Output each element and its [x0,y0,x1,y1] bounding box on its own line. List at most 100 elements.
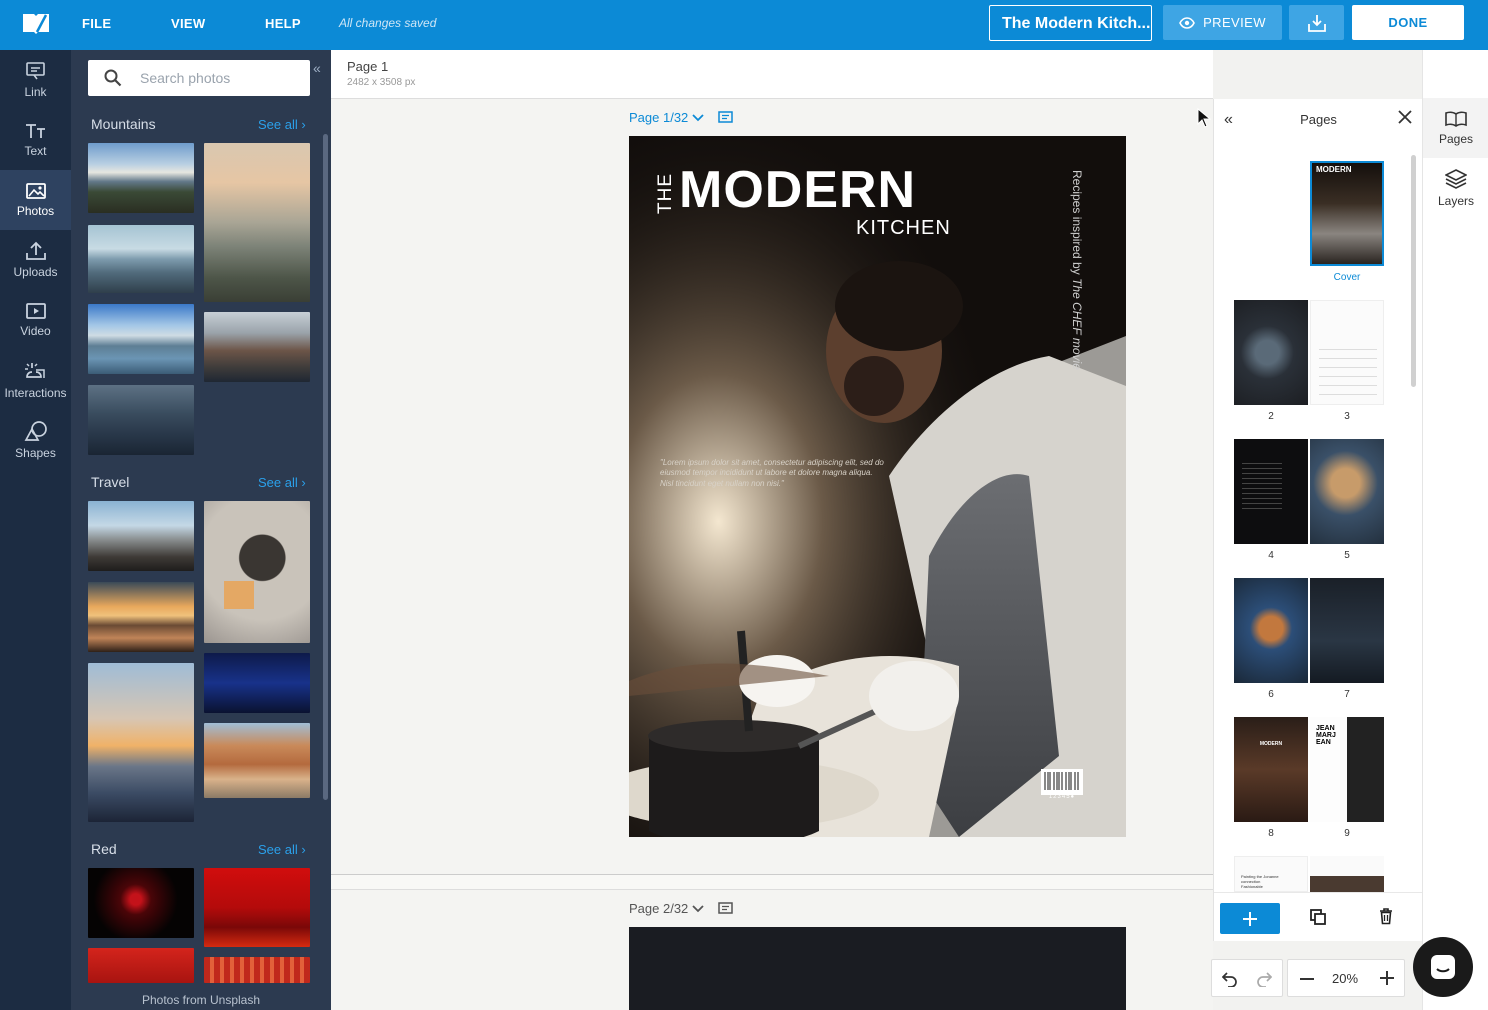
page-number: 9 [1344,828,1350,839]
chat-launcher-button[interactable] [1413,937,1473,997]
interactions-icon [24,360,48,382]
tool-label: Video [20,324,51,338]
page-thumb-10[interactable]: Painting the Jonanne connection Fashiona… [1234,856,1308,892]
page-number: 3 [1344,411,1350,422]
close-icon[interactable] [1397,109,1413,125]
photo-thumb[interactable] [88,225,194,293]
page-thumb-6[interactable] [1234,578,1308,683]
photo-thumb[interactable] [88,663,194,822]
tool-label: Photos [16,204,55,218]
photo-thumb[interactable] [204,312,310,382]
zoom-out-icon[interactable] [1300,978,1314,980]
page-thumb-11[interactable] [1310,856,1384,892]
panel-scrollbar[interactable] [323,134,328,800]
cover-title-the[interactable]: THE [655,173,677,214]
tool-interactions[interactable]: Interactions [0,350,71,410]
plus-icon [1242,911,1258,927]
rail-pages[interactable]: Pages [1423,98,1488,158]
see-all-red-link[interactable]: See all › [258,842,306,857]
photo-thumb[interactable] [88,868,194,938]
undo-icon[interactable] [1222,971,1238,987]
cover-lorem-quote[interactable]: "Lorem ipsum dolor sit amet, consectetur… [660,458,885,489]
download-button[interactable] [1289,5,1344,40]
mouse-cursor-icon [1197,108,1211,128]
tool-uploads[interactable]: Uploads [0,230,71,290]
zoom-level[interactable]: 20% [1332,971,1358,986]
tool-label: Interactions [4,386,67,400]
tool-video[interactable]: Video [0,290,71,350]
page-number: 5 [1344,550,1350,561]
preview-label: PREVIEW [1203,15,1266,30]
trash-icon[interactable] [1379,908,1393,925]
collapse-panel-icon[interactable]: « [313,60,321,76]
photo-thumb[interactable] [204,957,310,983]
photo-thumb[interactable] [88,304,194,374]
page-size: 2482 x 3508 px [347,77,416,88]
zoom-controls: 20% [1287,959,1405,997]
page-thumb-7[interactable] [1310,578,1384,683]
page-thumb-8[interactable]: MODERN [1234,717,1308,822]
menu-view[interactable]: VIEW [171,16,205,31]
page-thumb-2[interactable] [1234,300,1308,405]
photo-thumb[interactable] [88,582,194,652]
editor-canvas[interactable]: Page 1/32 THE MODERN KITCHEN Recipes ins… [331,99,1213,1010]
section-title-mountains: Mountains [91,116,156,132]
page-thumb-5[interactable] [1310,439,1384,544]
tool-text[interactable]: Text [0,110,71,170]
add-page-button[interactable] [1220,903,1280,934]
page-2-selector[interactable]: Page 2/32 [629,901,734,916]
see-all-mountains-link[interactable]: See all › [258,117,306,132]
photo-thumb[interactable] [204,868,310,947]
chevron-down-icon [692,113,704,122]
rail-label: Layers [1437,193,1475,208]
tool-label: Uploads [13,265,58,279]
photo-thumb[interactable] [88,501,194,571]
page-thumb-9[interactable]: JEAN MARJ EAN [1310,717,1384,822]
redo-icon[interactable] [1256,971,1272,987]
app-logo-icon[interactable] [22,12,50,34]
top-bar: FILE VIEW HELP All changes saved The Mod… [0,0,1488,50]
preview-button[interactable]: PREVIEW [1163,5,1282,40]
page-1-cover[interactable]: THE MODERN KITCHEN Recipes inspired by T… [629,136,1126,837]
photo-thumb[interactable] [204,501,310,643]
cover-title-modern[interactable]: MODERN [679,160,916,220]
page-1-selector[interactable]: Page 1/32 [629,110,734,125]
eye-icon [1179,16,1196,29]
cover-title-kitchen[interactable]: KITCHEN [856,217,951,240]
photo-thumb[interactable] [88,385,194,455]
chevron-down-icon [692,904,704,913]
photo-thumb[interactable] [204,723,310,798]
barcode-number: 12345● [1048,794,1076,800]
pages-scrollbar[interactable] [1411,155,1416,387]
search-input[interactable]: Search photos [88,60,310,96]
menu-help[interactable]: HELP [265,16,301,31]
comment-icon[interactable] [718,110,734,125]
tool-label: Text [24,144,47,158]
page-thumb-3[interactable] [1310,300,1384,405]
see-all-travel-link[interactable]: See all › [258,475,306,490]
rail-layers[interactable]: Layers [1423,158,1488,218]
tool-label: Link [24,85,47,99]
rail-label: Pages [1438,131,1474,146]
page-thumb-cover[interactable]: MODERN [1310,161,1384,266]
cover-side-text[interactable]: Recipes inspired by The CHEF movie [1070,170,1084,390]
tool-photos[interactable]: Photos [0,170,71,230]
tool-link[interactable]: Link [0,50,71,110]
thumb-text-lines [1319,341,1377,396]
zoom-in-icon[interactable] [1380,971,1394,985]
comment-icon[interactable] [718,901,734,916]
page-thumb-4[interactable] [1234,439,1308,544]
save-status: All changes saved [339,16,437,30]
document-title-field[interactable]: The Modern Kitch... [989,5,1152,41]
page-2-preview[interactable] [629,927,1126,1010]
thumb-text-lines [1242,459,1282,509]
tool-shapes[interactable]: Shapes [0,410,71,470]
menu-file[interactable]: FILE [82,16,111,31]
photo-thumb[interactable] [204,143,310,302]
done-button[interactable]: DONE [1352,5,1464,40]
photo-thumb[interactable] [88,948,194,983]
duplicate-page-icon[interactable] [1310,909,1326,925]
history-controls [1211,959,1283,997]
photo-thumb[interactable] [204,653,310,713]
photo-thumb[interactable] [88,143,194,213]
